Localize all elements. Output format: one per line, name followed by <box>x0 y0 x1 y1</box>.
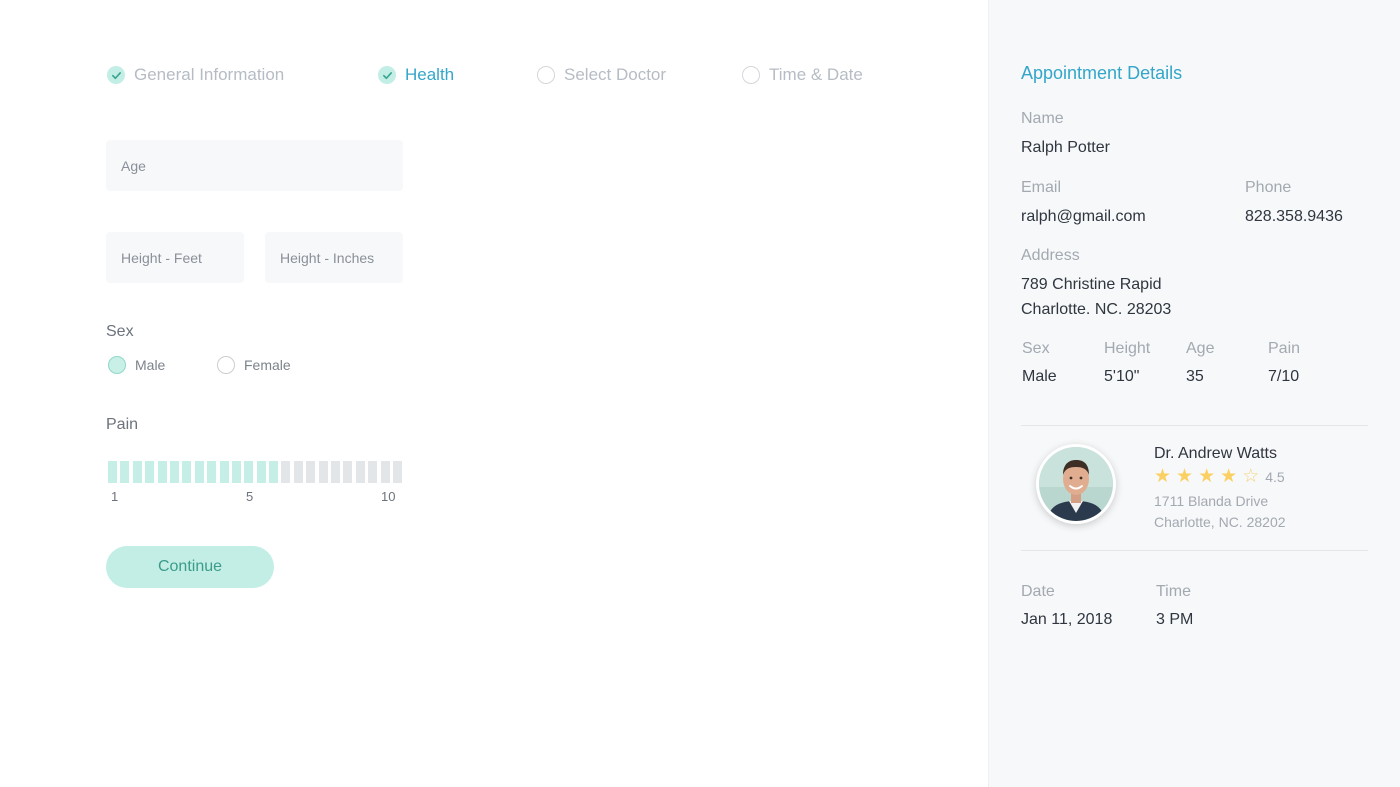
height-summary-value: 5'10" <box>1104 368 1140 385</box>
pain-segment-filled[interactable] <box>207 461 217 483</box>
empty-circle-icon <box>537 66 555 84</box>
pain-segment-filled[interactable] <box>256 461 266 483</box>
pain-segment-filled[interactable] <box>108 461 117 483</box>
pain-summary-label: Pain <box>1268 340 1301 357</box>
panel-title: Appointment Details <box>1021 63 1183 83</box>
pain-segment-filled[interactable] <box>219 461 229 483</box>
doctor-address-line1: 1711 Blanda Drive <box>1154 493 1269 509</box>
step-label: Select Doctor <box>564 65 667 84</box>
pain-segment-filled[interactable] <box>231 461 241 483</box>
height-inches-input[interactable] <box>265 232 403 283</box>
doctor-avatar <box>1036 444 1116 524</box>
empty-circle-icon <box>742 66 760 84</box>
height-feet-input[interactable] <box>106 232 244 283</box>
name-value: Ralph Potter <box>1021 139 1110 156</box>
radio-label: Male <box>135 357 166 373</box>
step-label: Health <box>405 65 455 84</box>
email-label: Email <box>1021 179 1062 196</box>
step-time-date[interactable]: Time & Date <box>742 64 863 86</box>
radio-empty-icon <box>217 356 235 374</box>
step-label: Time & Date <box>769 65 863 84</box>
step-health[interactable]: Health <box>378 64 454 86</box>
date-label: Date <box>1021 583 1055 600</box>
pain-segment-empty[interactable] <box>355 461 365 483</box>
radio-label: Female <box>244 357 291 373</box>
divider <box>1021 425 1368 426</box>
star-filled-icon: ★ <box>1154 466 1172 487</box>
pain-segment-empty[interactable] <box>318 461 328 483</box>
time-label: Time <box>1156 583 1191 600</box>
sex-label: Sex <box>106 323 134 340</box>
pain-segment-filled[interactable] <box>182 461 192 483</box>
pain-segment-filled[interactable] <box>194 461 204 483</box>
star-empty-icon: ☆ <box>1242 466 1260 487</box>
age-input[interactable] <box>106 140 403 191</box>
pain-segment-filled[interactable] <box>132 461 142 483</box>
star-filled-icon: ★ <box>1198 466 1216 487</box>
address-label: Address <box>1021 247 1080 264</box>
step-select-doctor[interactable]: Select Doctor <box>537 64 666 86</box>
pain-segment-empty[interactable] <box>293 461 303 483</box>
appointment-details-panel: Appointment Details Name Ralph Potter Em… <box>988 0 1400 787</box>
pain-segment-empty[interactable] <box>306 461 316 483</box>
sex-radio-male[interactable]: Male <box>108 355 165 375</box>
divider <box>1021 550 1368 551</box>
doctor-address-line2: Charlotte, NC. 28202 <box>1154 514 1286 530</box>
continue-button[interactable]: Continue <box>106 546 274 588</box>
date-value: Jan 11, 2018 <box>1021 611 1113 628</box>
doctor-rating: ★ ★ ★ ★ ☆ 4.5 <box>1154 467 1285 487</box>
step-general-information[interactable]: General Information <box>107 64 284 86</box>
age-summary-value: 35 <box>1186 368 1204 385</box>
pain-tick-mid: 5 <box>246 489 254 504</box>
sex-summary-label: Sex <box>1022 340 1050 357</box>
age-summary-label: Age <box>1186 340 1215 357</box>
check-icon <box>378 66 396 84</box>
pain-segment-empty[interactable] <box>380 461 390 483</box>
doctor-name: Dr. Andrew Watts <box>1154 445 1277 462</box>
height-summary-label: Height <box>1104 340 1151 357</box>
pain-segment-filled[interactable] <box>145 461 155 483</box>
step-label: General Information <box>134 65 285 84</box>
pain-segment-empty[interactable] <box>392 461 402 483</box>
doctor-portrait-icon <box>1039 447 1113 521</box>
time-value: 3 PM <box>1156 611 1194 628</box>
booking-form-area: General Information Health Select Doctor… <box>0 0 988 787</box>
pain-label: Pain <box>106 416 139 433</box>
pain-segment-filled[interactable] <box>120 461 130 483</box>
radio-selected-icon <box>108 356 126 374</box>
pain-tick-min: 1 <box>111 489 119 504</box>
pain-segment-empty[interactable] <box>281 461 291 483</box>
pain-summary-value: 7/10 <box>1268 368 1300 385</box>
pain-tick-max: 10 <box>381 489 396 504</box>
pain-slider[interactable] <box>108 461 402 483</box>
star-filled-icon: ★ <box>1220 466 1238 487</box>
name-label: Name <box>1021 110 1064 127</box>
address-line1: 789 Christine Rapid <box>1021 276 1162 293</box>
star-filled-icon: ★ <box>1176 466 1194 487</box>
pain-segment-filled[interactable] <box>157 461 167 483</box>
check-icon <box>107 66 125 84</box>
address-line2: Charlotte. NC. 28203 <box>1021 301 1172 318</box>
pain-segment-empty[interactable] <box>343 461 353 483</box>
sex-summary-value: Male <box>1022 368 1057 385</box>
pain-segment-filled[interactable] <box>244 461 254 483</box>
phone-label: Phone <box>1245 179 1292 196</box>
pain-segment-empty[interactable] <box>331 461 341 483</box>
pain-segment-filled[interactable] <box>169 461 179 483</box>
pain-segment-empty[interactable] <box>368 461 378 483</box>
pain-segment-filled[interactable] <box>269 461 279 483</box>
phone-value: 828.358.9436 <box>1245 208 1343 225</box>
sex-radio-female[interactable]: Female <box>217 355 291 375</box>
rating-value: 4.5 <box>1265 469 1285 485</box>
email-value: ralph@gmail.com <box>1021 208 1146 225</box>
